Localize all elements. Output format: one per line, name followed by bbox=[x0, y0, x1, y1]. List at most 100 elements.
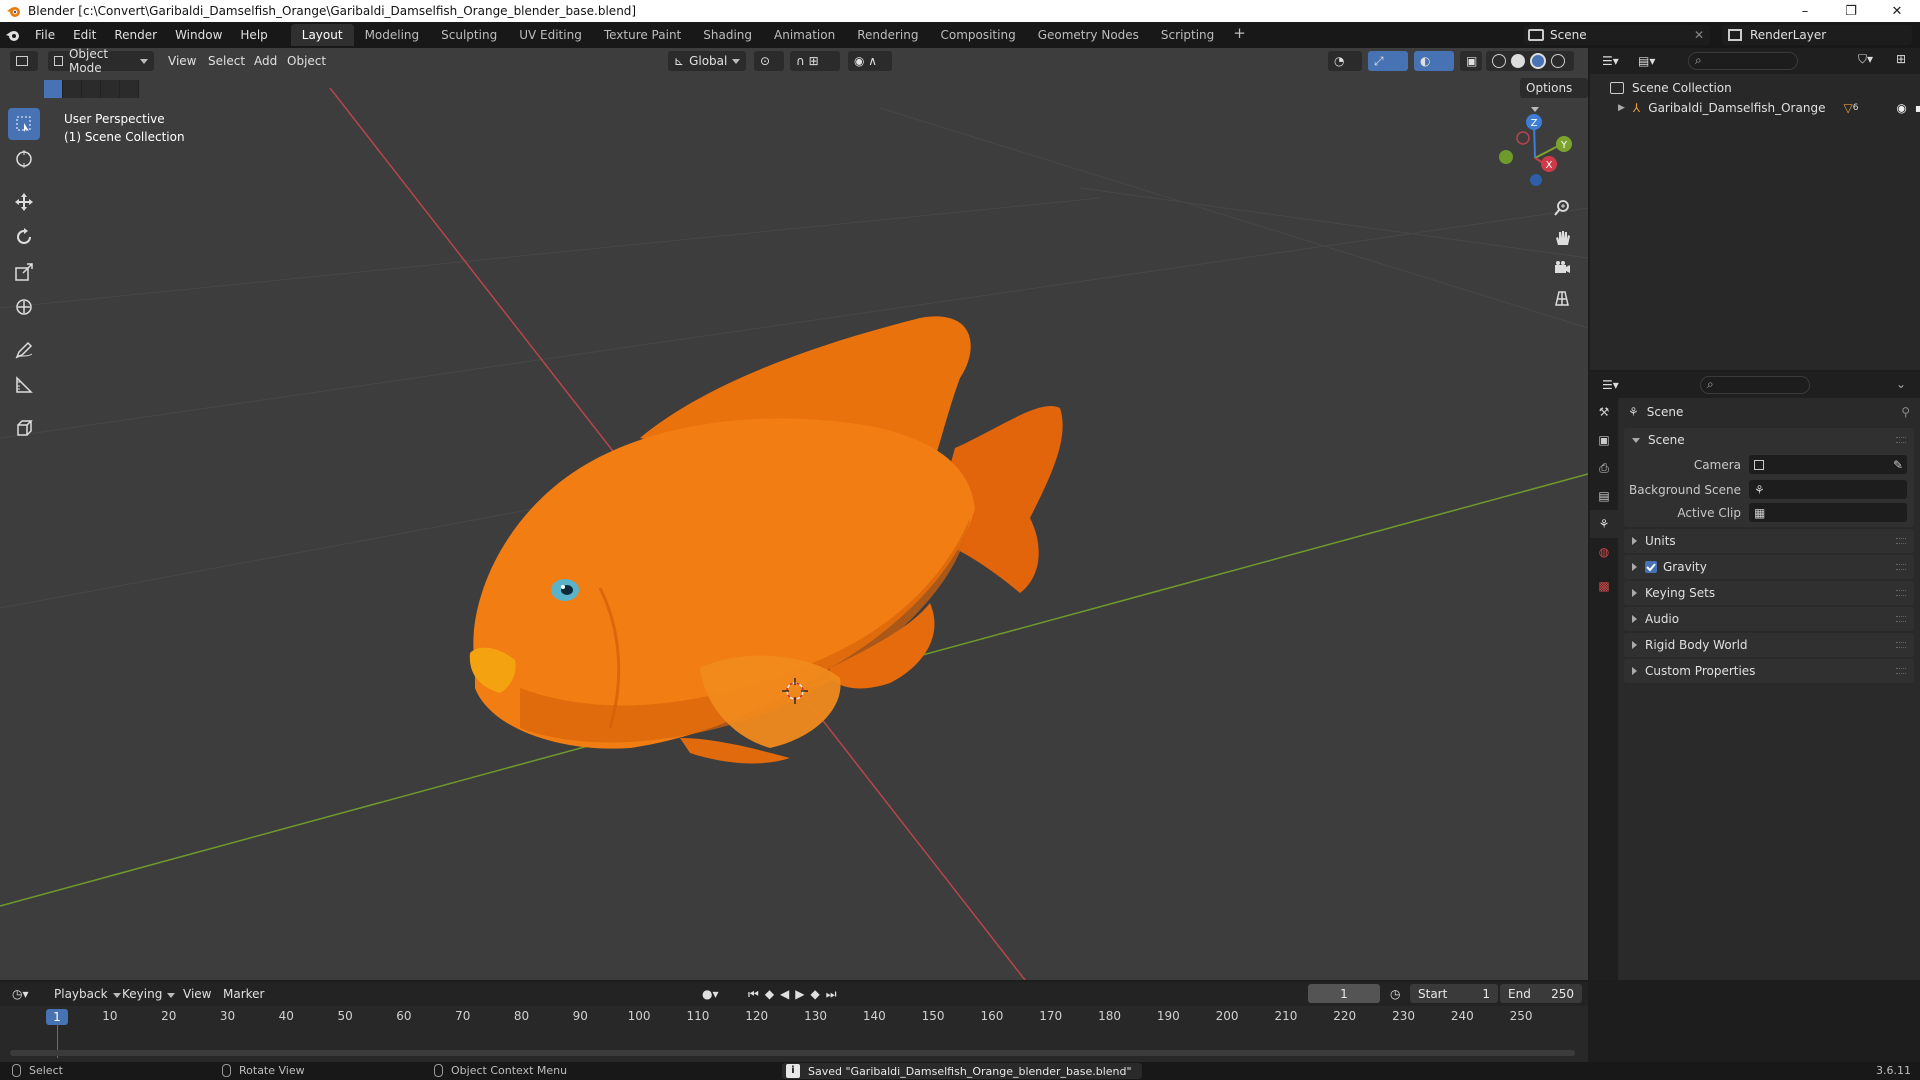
tab-compositing[interactable]: Compositing bbox=[929, 24, 1026, 46]
eyedropper-icon[interactable]: ✎ bbox=[1893, 458, 1903, 472]
drag-handle-icon[interactable] bbox=[1896, 538, 1906, 544]
rotate-tool[interactable] bbox=[8, 221, 40, 253]
rendered-shading-icon[interactable] bbox=[1551, 54, 1565, 68]
tab-scripting[interactable]: Scripting bbox=[1150, 24, 1225, 46]
select-box-tool[interactable] bbox=[8, 108, 40, 140]
properties-search-input[interactable]: ⌕ bbox=[1700, 376, 1810, 394]
annotate-tool[interactable] bbox=[8, 334, 40, 366]
play-icon[interactable]: ▶ bbox=[795, 987, 810, 1001]
next-keyframe-icon[interactable]: ◆ bbox=[811, 987, 826, 1001]
overlay-toggle[interactable]: ◐ bbox=[1414, 51, 1454, 71]
gizmo-toggle[interactable]: ⤢ bbox=[1368, 51, 1408, 71]
menu-edit[interactable]: Edit bbox=[64, 24, 105, 46]
tab-geometry-nodes[interactable]: Geometry Nodes bbox=[1027, 24, 1150, 46]
visibility-dropdown[interactable]: ◔ bbox=[1328, 51, 1362, 71]
fish-model[interactable] bbox=[469, 316, 1063, 764]
blender-menu-icon[interactable] bbox=[0, 22, 26, 48]
viewport-menu-add[interactable]: Add bbox=[254, 51, 277, 71]
view-layer-tab[interactable]: ▤ bbox=[1590, 482, 1618, 510]
timeline-menu-keying[interactable]: Keying bbox=[122, 984, 176, 1004]
measure-tool[interactable] bbox=[8, 369, 40, 401]
menu-help[interactable]: Help bbox=[231, 24, 276, 46]
filter-icon[interactable]: ⛉▾ bbox=[1858, 52, 1873, 67]
proportional-edit-toggle[interactable]: ◉ ∧ bbox=[848, 51, 892, 71]
unpin-icon[interactable]: ✕ bbox=[1694, 28, 1704, 42]
drag-handle-icon[interactable] bbox=[1896, 642, 1906, 648]
properties-options-icon[interactable]: ⌄ bbox=[1896, 377, 1906, 391]
render-tab[interactable]: ▣ bbox=[1590, 426, 1618, 454]
select-new-icon[interactable] bbox=[44, 80, 63, 98]
maximize-button[interactable]: ❐ bbox=[1828, 0, 1874, 22]
viewport-menu-object[interactable]: Object bbox=[287, 51, 326, 71]
tab-sculpting[interactable]: Sculpting bbox=[430, 24, 508, 46]
output-tab[interactable]: ⎙ bbox=[1590, 454, 1618, 482]
gravity-panel[interactable]: Gravity bbox=[1624, 555, 1914, 579]
shading-mode-buttons[interactable] bbox=[1486, 51, 1574, 71]
tab-texture-paint[interactable]: Texture Paint bbox=[593, 24, 692, 46]
timeline-menu-marker[interactable]: Marker bbox=[223, 984, 264, 1004]
navigation-gizmo[interactable]: Z Y X bbox=[1499, 114, 1572, 186]
tab-shading[interactable]: Shading bbox=[692, 24, 763, 46]
texture-tab[interactable]: ▩ bbox=[1590, 572, 1618, 600]
expand-arrow-icon[interactable]: ▶ bbox=[1618, 103, 1625, 113]
end-frame-field[interactable]: End 250 bbox=[1500, 984, 1582, 1003]
audio-panel[interactable]: Audio bbox=[1624, 607, 1914, 631]
view-layer-selector[interactable]: RenderLayer bbox=[1722, 25, 1912, 45]
timeline-scrollbar[interactable] bbox=[10, 1050, 1575, 1056]
outliner-editor-type-icon[interactable]: ☰▾ bbox=[1602, 54, 1628, 68]
mode-dropdown[interactable]: Object Mode bbox=[48, 48, 154, 75]
start-frame-field[interactable]: Start 1 bbox=[1410, 984, 1498, 1003]
timeline-menu-playback[interactable]: Playback bbox=[54, 984, 121, 1004]
select-invert-icon[interactable] bbox=[101, 80, 120, 98]
select-subtract-icon[interactable] bbox=[82, 80, 101, 98]
preview-range-icon[interactable]: ◷ bbox=[1390, 984, 1400, 1004]
cursor-tool[interactable] bbox=[8, 143, 40, 175]
tree-row-fish-object[interactable]: ▶ ⅄ Garibaldi_Damselfish_Orange ▽ 6 ◉ ▪ bbox=[1590, 98, 1920, 118]
transform-tool[interactable] bbox=[8, 291, 40, 323]
options-dropdown[interactable]: Options bbox=[1520, 78, 1588, 112]
tool-tab[interactable]: ⚒ bbox=[1590, 398, 1618, 426]
current-frame-field[interactable]: 1 bbox=[1308, 984, 1380, 1003]
menu-render[interactable]: Render bbox=[105, 24, 166, 46]
timeline-editor-type-icon[interactable]: ◷▾ bbox=[12, 984, 29, 1004]
background-scene-field[interactable]: ⚘ bbox=[1749, 480, 1907, 499]
tab-animation[interactable]: Animation bbox=[763, 24, 846, 46]
minimize-button[interactable]: – bbox=[1782, 0, 1828, 22]
snap-toggle[interactable]: ∩ ⊞ bbox=[790, 51, 840, 71]
scene-tab[interactable]: ⚘ bbox=[1590, 510, 1618, 538]
add-workspace-button[interactable]: + bbox=[1225, 24, 1254, 46]
drag-handle-icon[interactable] bbox=[1896, 437, 1906, 443]
play-reverse-icon[interactable]: ◀ bbox=[780, 987, 795, 1001]
status-message[interactable]: i Saved "Garibaldi_Damselfish_Orange_ble… bbox=[782, 1063, 1142, 1079]
scale-tool[interactable] bbox=[8, 256, 40, 288]
material-shading-icon[interactable] bbox=[1530, 53, 1546, 69]
drag-handle-icon[interactable] bbox=[1896, 668, 1906, 674]
zoom-tool[interactable] bbox=[1548, 194, 1576, 222]
tab-rendering[interactable]: Rendering bbox=[846, 24, 929, 46]
transform-orientation-dropdown[interactable]: ⊾ Global bbox=[668, 51, 746, 71]
select-extend-icon[interactable] bbox=[63, 80, 82, 98]
pivot-point-dropdown[interactable]: ⊙ bbox=[754, 51, 784, 71]
frame-ruler[interactable]: 1 10 20 30 40 50 60 70 80 90 100 110 120 130 140 150 16… bbox=[0, 1006, 1588, 1026]
timeline-editor[interactable]: ◷▾ Playback Keying View Marker ●▾ ⏮◆◀▶◆⏭… bbox=[0, 982, 1588, 1062]
add-cube-tool[interactable] bbox=[8, 412, 40, 444]
display-mode-icon[interactable]: ▤▾ bbox=[1638, 54, 1664, 68]
solid-shading-icon[interactable] bbox=[1511, 54, 1525, 68]
camera-field[interactable]: ✎ bbox=[1749, 455, 1907, 474]
xray-toggle[interactable]: ▣ bbox=[1460, 51, 1482, 71]
menu-file[interactable]: File bbox=[26, 24, 64, 46]
drag-handle-icon[interactable] bbox=[1896, 616, 1906, 622]
tab-modeling[interactable]: Modeling bbox=[354, 24, 431, 46]
ortho-toggle-tool[interactable] bbox=[1548, 284, 1576, 312]
pan-tool[interactable] bbox=[1548, 224, 1576, 252]
tree-row-scene-collection[interactable]: Scene Collection bbox=[1590, 78, 1920, 98]
custom-properties-panel[interactable]: Custom Properties bbox=[1624, 659, 1914, 683]
wireframe-shading-icon[interactable] bbox=[1492, 54, 1506, 68]
active-clip-field[interactable]: ▦ bbox=[1749, 503, 1907, 522]
editor-type-button[interactable] bbox=[10, 51, 38, 71]
jump-start-icon[interactable]: ⏮ bbox=[748, 987, 765, 1001]
visibility-eye-icon[interactable]: ◉ bbox=[1896, 101, 1906, 115]
menu-window[interactable]: Window bbox=[166, 24, 231, 46]
viewport-menu-view[interactable]: View bbox=[168, 51, 196, 71]
outliner-search-input[interactable]: ⌕ bbox=[1688, 52, 1798, 70]
